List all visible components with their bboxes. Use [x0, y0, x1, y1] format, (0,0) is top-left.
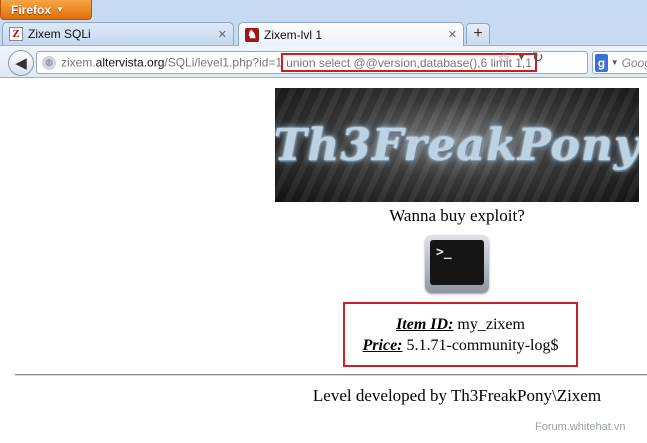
- tab-zixem-lvl1[interactable]: ♞ Zixem-lvl 1 ✕: [238, 22, 464, 46]
- item-id-label: Item ID:: [396, 315, 454, 333]
- window-titlebar: Firefox ▼: [0, 0, 647, 22]
- price-row: Price: 5.1.71-community-log$: [363, 335, 559, 356]
- search-placeholder: Goog: [621, 55, 647, 70]
- item-id-value: my_zixem: [457, 315, 525, 333]
- firefox-menu-label: Firefox: [11, 2, 52, 17]
- tab-label: Zixem SQLi: [28, 27, 91, 41]
- url-prefix: zixem.: [61, 55, 96, 70]
- page-footer: Level developed by Th3FreakPony\Zixem: [312, 386, 602, 405]
- search-bar[interactable]: g ▼ Goog: [592, 51, 647, 74]
- item-id-row: Item ID: my_zixem: [396, 314, 525, 335]
- banner-image: Th3FreakPony: [275, 88, 639, 202]
- pony-favicon-icon: ♞: [245, 27, 259, 42]
- arrow-left-icon: ◀: [15, 55, 27, 72]
- bookmark-star-icon[interactable]: ☆: [497, 49, 510, 67]
- close-icon[interactable]: ✕: [448, 28, 457, 41]
- globe-icon: ◍: [42, 55, 56, 70]
- item-info-box: Item ID: my_zixem Price: 5.1.71-community-…: [343, 302, 578, 367]
- chevron-down-icon: ▼: [56, 5, 64, 14]
- navigation-toolbar: ◀ ◍ zixem.altervista.org/SQLi/level1.php…: [0, 45, 647, 78]
- banner-logo-text: Th3FreakPony: [275, 119, 639, 171]
- chevron-down-icon[interactable]: ▼: [517, 52, 526, 62]
- new-tab-button[interactable]: +: [466, 23, 490, 44]
- horizontal-divider: [15, 374, 647, 376]
- firefox-menu-button[interactable]: Firefox ▼: [0, 0, 92, 20]
- close-icon[interactable]: ✕: [218, 28, 227, 41]
- reload-icon[interactable]: ↻: [532, 49, 544, 66]
- price-value: 5.1.71-community-log$: [406, 336, 559, 354]
- terminal-icon[interactable]: >_: [425, 235, 489, 293]
- watermark-text: Forum.whitehat.vn: [535, 421, 626, 433]
- google-icon[interactable]: g: [595, 53, 608, 72]
- terminal-screen: >_: [430, 240, 484, 285]
- back-button[interactable]: ◀: [8, 50, 34, 76]
- chevron-down-icon: ▼: [610, 58, 619, 67]
- plus-icon: +: [473, 25, 483, 42]
- tab-zixem-sqli[interactable]: Z Zixem SQLi ✕: [2, 22, 234, 45]
- url-path: /SQLi/level1.php?id=1: [164, 55, 283, 70]
- price-label: Price:: [362, 336, 403, 354]
- url-text: zixem.altervista.org/SQLi/level1.php?id=…: [61, 53, 537, 72]
- z-favicon-icon: Z: [9, 27, 23, 41]
- page-viewport: Th3FreakPony Wanna buy exploit? >_ Item …: [0, 79, 647, 443]
- page-tagline: Wanna buy exploit?: [389, 206, 525, 225]
- url-domain: altervista.org: [95, 55, 165, 70]
- tab-label: Zixem-lvl 1: [264, 27, 323, 42]
- tab-strip: Z Zixem SQLi ✕ ♞ Zixem-lvl 1 ✕ +: [0, 20, 647, 46]
